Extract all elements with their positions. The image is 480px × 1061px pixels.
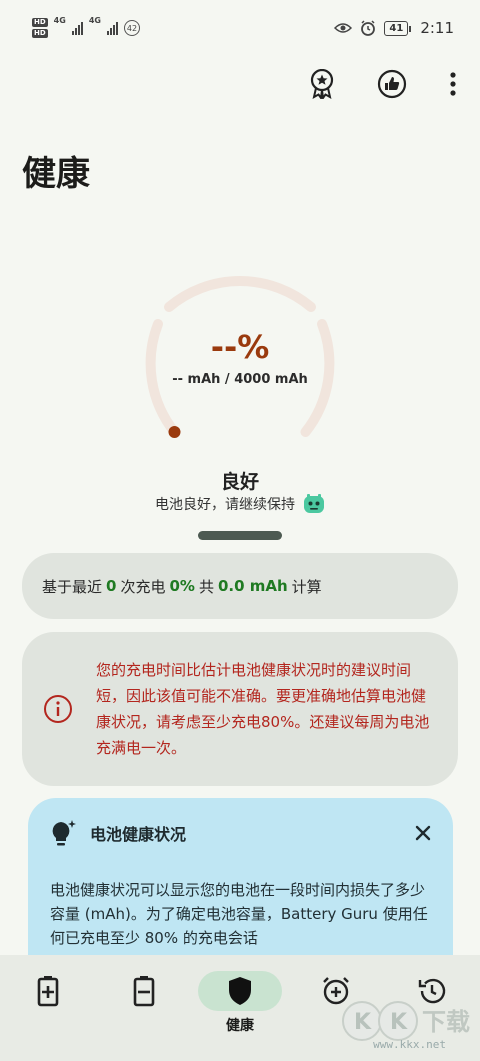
accuracy-warning-card: 您的充电时间比估计电池健康状况时的建议时间短，因此该值可能不准确。要更准确地估算…: [22, 632, 458, 786]
eye-icon: [334, 23, 353, 33]
svg-text:K: K: [390, 1010, 408, 1035]
health-subtitle: 电池良好，请继续保持: [0, 493, 480, 515]
battery-discharge-icon: [133, 976, 155, 1007]
signal-icon: [71, 21, 83, 35]
battery-charging-icon: [37, 976, 59, 1007]
capacity-readout: -- mAh / 4000 mAh: [172, 372, 308, 387]
health-gauge: --% -- mAh / 4000 mAh: [0, 260, 480, 460]
nav-discharge[interactable]: [104, 971, 184, 1015]
watermark-logo: K K 下载 www.kkx.net: [340, 999, 470, 1057]
drag-handle[interactable]: [198, 531, 282, 540]
top-actions: [306, 68, 460, 100]
clock: 2:11: [420, 19, 454, 37]
thumbs-up-icon: [377, 69, 407, 99]
rate-button[interactable]: [376, 68, 408, 100]
hd-indicator: HD HD: [32, 18, 48, 38]
achievement-button[interactable]: [306, 68, 338, 100]
notification-count: 42: [123, 20, 140, 36]
page-title: 健康: [22, 154, 90, 194]
info-icon: [44, 695, 72, 723]
award-badge-icon: [310, 69, 334, 99]
svg-text:下载: 下载: [422, 1008, 470, 1036]
info-card-body: 电池健康状况可以显示您的电池在一段时间内损失了多少容量 (mAh)。为了确定电池…: [50, 881, 428, 947]
more-vert-icon: [450, 72, 456, 96]
network-type-2: 4G: [88, 16, 101, 25]
health-status-label: 良好: [220, 471, 259, 493]
close-icon[interactable]: [415, 825, 431, 841]
gauge-indicator-dot: [168, 426, 181, 438]
calculation-basis-card: 基于最近 0 次充电 0% 共 0.0 mAh 计算: [22, 553, 458, 619]
robot-mascot-icon: [304, 494, 324, 513]
charged-total: 0.0 mAh: [217, 577, 288, 595]
warning-text: 您的充电时间比估计电池健康状况时的建议时间短，因此该值可能不准确。要更准确地估算…: [96, 661, 430, 757]
network-type-1: 4G: [53, 16, 66, 25]
info-card-title: 电池健康状况: [90, 825, 187, 844]
status-bar: HD HD 4G 4G 42 41 2:11: [0, 0, 480, 56]
battery-icon: 41: [384, 20, 412, 36]
more-options-button[interactable]: [446, 68, 460, 100]
lightbulb-icon: [52, 820, 76, 846]
shield-icon: [229, 977, 251, 1005]
charge-cycles-count: 0: [106, 577, 117, 595]
signal-icon: [106, 21, 118, 35]
nav-charge[interactable]: [8, 971, 88, 1015]
nav-health[interactable]: 健康: [198, 971, 282, 1035]
kk-logo-icon: K K 下载: [342, 1001, 470, 1041]
svg-text:K: K: [354, 1010, 372, 1035]
watermark-url: www.kkx.net: [373, 1038, 446, 1051]
health-percent: --%: [210, 328, 270, 366]
charge-percent: 0%: [169, 577, 195, 595]
alarm-icon: [361, 20, 376, 36]
nav-health-label: 健康: [226, 1018, 254, 1034]
